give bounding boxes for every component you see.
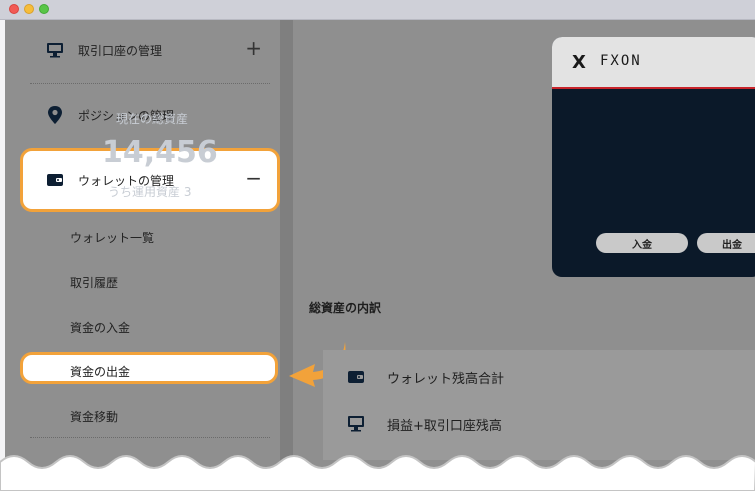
divider <box>30 437 270 438</box>
wallet-icon <box>44 169 66 191</box>
breakdown-row-label: 損益+取引口座残高 <box>387 418 502 434</box>
close-window-button[interactable] <box>9 4 19 14</box>
location-pin-icon <box>44 104 66 126</box>
sidebar-item-label: 取引口座の管理 <box>78 43 163 58</box>
total-assets-label: 現在の総資産 <box>116 112 189 126</box>
collapse-icon[interactable]: − <box>245 168 262 188</box>
sub-item-deposit[interactable]: 資金の入金 <box>70 319 130 336</box>
breakdown-title: 総資産の内訳 <box>309 301 382 315</box>
sidebar <box>5 20 280 491</box>
sub-item-transaction-history[interactable]: 取引履歴 <box>70 274 118 291</box>
torn-edge <box>0 455 755 491</box>
fxon-logo: FXON <box>600 53 642 69</box>
maximize-window-button[interactable] <box>39 4 49 14</box>
app-window: 取引口座の管理 + ポジションの管理 ウォレットの管理 − ウォレット一覧 取引… <box>0 0 755 491</box>
divider <box>30 83 270 84</box>
expand-icon[interactable]: + <box>245 38 262 58</box>
breakdown-row-label: ウォレット残高合計 <box>387 371 505 387</box>
sub-item-wallet-list[interactable]: ウォレット一覧 <box>70 229 154 246</box>
card-header: X FXON <box>552 37 755 89</box>
sidebar-item-trading-accounts[interactable]: 取引口座の管理 + <box>20 30 278 70</box>
sub-item-withdraw[interactable]: 資金の出金 <box>70 363 130 380</box>
highlight-withdraw <box>20 352 278 384</box>
title-bar <box>0 0 755 20</box>
total-assets-amount: 14,456 <box>102 135 218 170</box>
minimize-window-button[interactable] <box>24 4 34 14</box>
invested-assets-label: うち運用資産 3 <box>108 185 192 199</box>
deposit-button[interactable]: 入金 <box>596 233 688 253</box>
fxon-logo-mark: X <box>572 52 587 73</box>
monitor-icon <box>345 413 367 435</box>
sub-item-fund-transfer[interactable]: 資金移動 <box>70 408 118 425</box>
breakdown-row-wallet[interactable]: ウォレット残高合計 <box>345 366 504 388</box>
sidebar-divider <box>280 20 293 491</box>
monitor-icon <box>44 39 66 61</box>
withdraw-button[interactable]: 出金 <box>697 233 755 253</box>
breakdown-row-accounts[interactable]: 損益+取引口座残高 <box>345 413 502 435</box>
wallet-icon <box>345 366 367 388</box>
